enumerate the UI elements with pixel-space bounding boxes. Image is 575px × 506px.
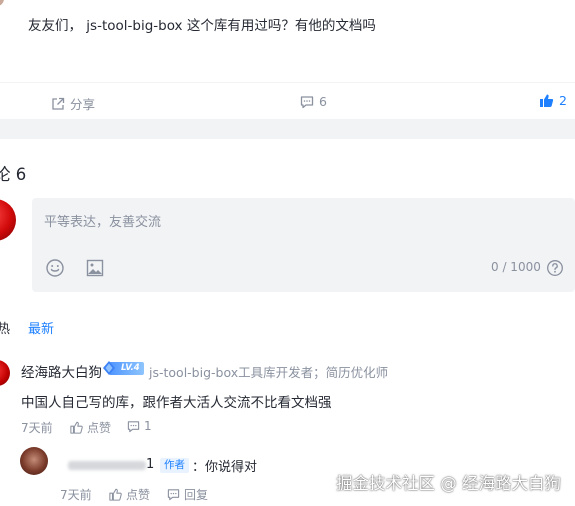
post-author-avatar[interactable] [0,0,4,6]
commenter-title: js-tool-big-box工具库开发者；简历优化师 [149,365,389,380]
comment-reply-button[interactable]: 1 [127,419,152,433]
comment-reply-count: 1 [144,419,152,433]
reply-like-button[interactable]: 点赞 [109,486,150,503]
reply-time: 7天前 [60,488,92,502]
reply-author-avatar[interactable] [20,447,48,475]
help-icon [547,260,563,276]
share-label: 分享 [70,97,96,112]
char-counter: 0 / 1000 [491,260,541,274]
reply-reply-button[interactable]: 回复 [167,486,208,503]
commenter-avatar[interactable] [0,360,10,386]
comment-count: 6 [319,94,327,109]
commenter-name[interactable]: 经海路大白狗 [21,361,102,381]
thumbs-up-outline-icon [70,421,83,434]
comment-like-label: 点赞 [87,421,112,435]
sort-newest-tab[interactable]: 最新 [28,318,54,337]
comment-icon [300,95,314,108]
current-user-avatar [0,199,16,241]
help-button[interactable] [546,259,564,281]
comment-input-placeholder[interactable]: 平等表达，友善交流 [44,211,161,230]
blurred-username [68,461,146,470]
reply-reply-label: 回复 [184,488,209,502]
comment-button[interactable]: 6 [300,94,327,109]
like-count: 2 [559,93,567,108]
comment-icon [127,420,140,432]
post-action-bar: 分享 6 2 [0,82,575,120]
like-button[interactable]: 2 [539,93,567,108]
reply-meta: 7天前 [60,486,92,503]
comment-time: 7天前 [21,421,53,435]
comment-like-button[interactable]: 点赞 [70,419,111,436]
share-button[interactable]: 分享 [51,94,95,113]
post-content: 友友们， js-tool-big-box 这个库有用过吗？有他的文档吗 [28,18,376,34]
image-icon [86,259,104,277]
comment-meta: 7天前 [21,419,53,436]
reply-text: ：你说得对 [192,460,258,475]
author-tag-badge: 作者 [160,458,189,473]
emoji-button[interactable] [45,258,65,282]
sort-hot-tab[interactable]: 热 [0,318,10,337]
image-upload-button[interactable] [85,258,105,282]
share-icon [52,97,65,110]
reply-author-name[interactable]: 1 [146,457,154,472]
level-diamond-icon [103,361,115,375]
comment-icon [167,489,180,501]
comment-text: 中国人自己写的库，跟作者大活人交流不比看文档强 [21,395,332,411]
thumbs-up-icon [540,94,554,107]
comments-title: 论 6 [0,165,27,184]
emoji-icon [46,259,64,277]
watermark-text: 掘金技术社区 @ 经海路大白狗 [336,474,561,493]
thumbs-up-outline-icon [109,488,122,501]
reply-like-label: 点赞 [126,488,151,502]
section-divider [0,119,575,139]
